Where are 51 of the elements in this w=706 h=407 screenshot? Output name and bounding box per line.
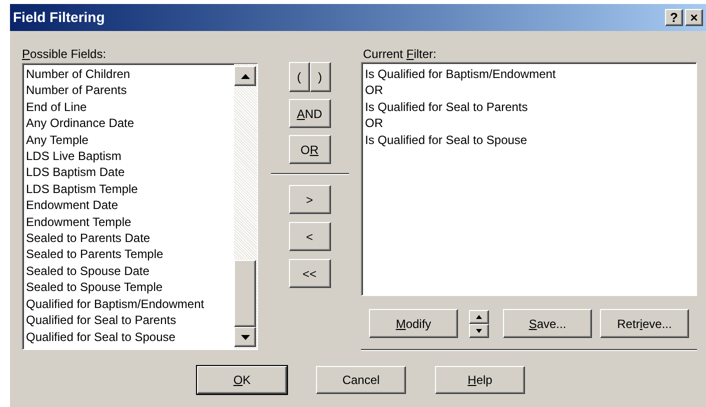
remove-button[interactable]: < bbox=[288, 222, 330, 251]
filter-action-button[interactable]: Modify bbox=[369, 309, 458, 338]
list-item[interactable]: LDS Baptism Date bbox=[26, 164, 234, 181]
list-item[interactable]: Qualified for Seal to Spouse bbox=[26, 328, 234, 345]
list-item[interactable]: End of Line bbox=[26, 98, 234, 116]
filter-box[interactable]: Is Qualified for Baptism/Endowment OR Is Qualified for Seal to Parents OR Is Qualified for Seal to Spouse bbox=[361, 62, 697, 296]
list-item[interactable]: Qualified for Seal to Parents bbox=[26, 312, 234, 328]
filter-line: Is Qualified for Seal to Spouse bbox=[365, 132, 528, 148]
dialog-button[interactable]: Cancel bbox=[316, 366, 406, 394]
filter-line: Is Qualified for Seal to Parents bbox=[365, 98, 529, 116]
list-item[interactable]: Any Ordinance Date bbox=[26, 115, 234, 132]
list-item[interactable]: LDS Live Baptism bbox=[26, 148, 234, 164]
scroll-down-button[interactable] bbox=[234, 327, 256, 347]
list-item[interactable]: Sealed to Spouse Date bbox=[26, 262, 234, 280]
scrollbar[interactable] bbox=[234, 64, 257, 349]
list-item[interactable]: Number of Parents bbox=[26, 82, 234, 99]
list-item[interactable]: Endowment Date bbox=[26, 197, 234, 214]
open-paren-button[interactable]: ( bbox=[288, 62, 310, 92]
up-arrow-icon bbox=[240, 74, 250, 78]
list-item[interactable]: Qualified for Baptism/Endowment bbox=[26, 296, 234, 312]
filter-line: OR bbox=[365, 115, 384, 132]
list-item[interactable]: Endowment Temple bbox=[26, 214, 234, 230]
list-item[interactable]: LDS Baptism Temple bbox=[26, 180, 234, 198]
scroll-thumb[interactable] bbox=[234, 260, 256, 327]
filter-label: Current Filter: bbox=[363, 46, 438, 62]
down-arrow-icon bbox=[476, 328, 482, 332]
add-button[interactable]: > bbox=[288, 185, 330, 214]
remove-all-button[interactable]: << bbox=[288, 259, 330, 288]
list-item[interactable]: Sealed to Parents Date bbox=[26, 230, 234, 246]
possible-fields-list[interactable] bbox=[22, 63, 258, 350]
filter-action-button[interactable]: Save... bbox=[503, 309, 592, 338]
field-label: Possible Fields: bbox=[22, 46, 108, 63]
close-paren-button[interactable]: ) bbox=[310, 62, 330, 92]
spinner[interactable] bbox=[469, 310, 489, 338]
scroll-up-button[interactable] bbox=[234, 66, 256, 86]
up-arrow-icon bbox=[476, 314, 482, 318]
filter-action-button[interactable]: Retrieve... bbox=[600, 309, 689, 338]
filter-line: OR bbox=[365, 82, 384, 99]
help-button[interactable]: ? bbox=[665, 9, 683, 26]
filter-line: Is Qualified for Baptism/Endowment bbox=[365, 66, 557, 82]
window-title: Field Filtering bbox=[13, 8, 106, 27]
logic-operator-button[interactable]: OR bbox=[288, 135, 330, 164]
list-item[interactable]: Sealed to Spouse Temple bbox=[26, 279, 234, 296]
dialog-button[interactable]: OK bbox=[197, 366, 287, 394]
list-item[interactable]: Any Temple bbox=[26, 132, 234, 148]
logic-operator-button[interactable]: AND bbox=[288, 99, 330, 128]
list-item[interactable]: Number of Children bbox=[26, 66, 234, 82]
dialog-button[interactable]: Help bbox=[435, 366, 525, 394]
close-button[interactable]: × bbox=[685, 9, 703, 26]
down-arrow-icon bbox=[240, 334, 250, 340]
list-item[interactable]: Sealed to Parents Temple bbox=[26, 246, 234, 263]
